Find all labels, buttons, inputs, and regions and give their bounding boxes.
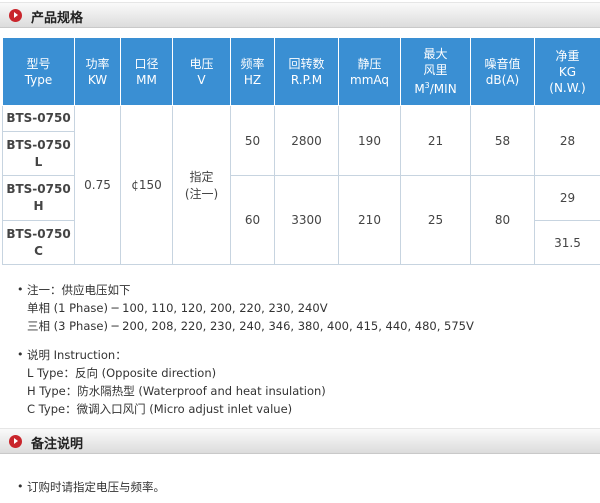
frequency-cell: 60 (230, 175, 275, 265)
airflow-cell: 25 (400, 175, 471, 265)
voltage-cell: 指定 (注一) (172, 105, 231, 265)
bullet-dot-icon: • (17, 348, 24, 361)
header-power: 功率 KW (74, 37, 121, 106)
weight-cell: 29 (534, 175, 600, 221)
frequency-cell: 50 (230, 105, 275, 176)
pressure-cell: 210 (338, 175, 401, 265)
rpm-cell: 3300 (274, 175, 339, 265)
header-static-pressure: 静压 mmAq (338, 37, 401, 106)
remarks-section-title: 备注说明 (31, 437, 84, 452)
table-header-row: 型号 Type 功率 KW 口径 MM 电压 V 频率 HZ 回转数 R.P.M 静压 mmA… (2, 37, 600, 106)
weight-cell: 31.5 (534, 220, 600, 265)
header-voltage: 电压 V (172, 37, 231, 106)
header-type: 型号 Type (2, 37, 75, 106)
instruction-l-type: L Type：反向 (Opposite direction) (27, 366, 217, 380)
power-cell: 0.75 (74, 105, 121, 265)
pressure-cell: 190 (338, 105, 401, 176)
spec-table: 型号 Type 功率 KW 口径 MM 电压 V 频率 HZ 回转数 R.P.M 静压 mmA… (2, 37, 600, 265)
noise-cell: 80 (470, 175, 535, 265)
header-rpm: 回转数 R.P.M (274, 37, 339, 106)
instruction-c-type: C Type：微调入口风门 (Micro adjust inlet value) (27, 402, 293, 416)
remark-note: • 订购时请指定电压与频率。 (17, 478, 165, 496)
instruction-note: • 说明 Instruction： L Type：反向 (Opposite di… (17, 346, 326, 418)
diameter-cell: ¢150 (120, 105, 173, 265)
model-cell: BTS-0750 C (2, 220, 75, 265)
table-row: BTS-0750 0.75 ¢150 指定 (注一) 50 2800 190 21… (2, 105, 600, 265)
bullet-dot-icon: • (17, 283, 24, 296)
voltage-note-title: 注一：供应电压如下 (27, 283, 131, 297)
instruction-title: 说明 Instruction： (27, 348, 127, 362)
header-frequency: 频率 HZ (230, 37, 275, 106)
spec-section-title: 产品规格 (31, 11, 84, 26)
single-phase-voltages: 单相 (1 Phase) ─ 100, 110, 120, 200, 220, … (27, 301, 328, 315)
remarks-section-header: 备注说明 (0, 428, 600, 454)
bullet-dot-icon: • (17, 480, 24, 493)
airflow-cell: 21 (400, 105, 471, 176)
header-max-airflow: 最大 风里 M3/MIN (400, 37, 471, 106)
header-net-weight: 净重 KG (N.W.) (534, 37, 600, 106)
voltage-note: • 注一：供应电压如下 单相 (1 Phase) ─ 100, 110, 120… (17, 281, 474, 335)
weight-cell: 28 (534, 105, 600, 176)
instruction-h-type: H Type：防水隔热型 (Waterproof and heat insula… (27, 384, 326, 398)
rpm-cell: 2800 (274, 105, 339, 176)
model-cell: BTS-0750 L (2, 131, 75, 176)
model-cell: BTS-0750 (2, 105, 75, 132)
remark-text: 订购时请指定电压与频率。 (27, 480, 165, 494)
header-diameter: 口径 MM (120, 37, 173, 106)
arrow-bullet-icon (9, 435, 22, 448)
header-noise: 噪音值 dB(A) (470, 37, 535, 106)
model-cell: BTS-0750 H (2, 175, 75, 221)
arrow-bullet-icon (9, 9, 22, 22)
noise-cell: 58 (470, 105, 535, 176)
three-phase-voltages: 三相 (3 Phase) ─ 200, 208, 220, 230, 240, … (27, 319, 474, 333)
spec-section-header: 产品规格 (0, 2, 600, 28)
